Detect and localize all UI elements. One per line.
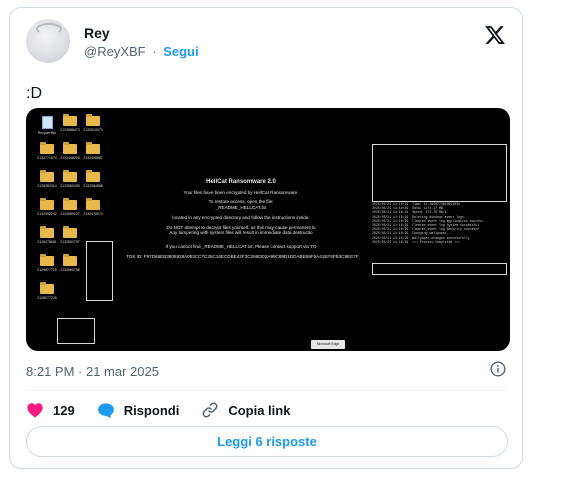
- desktop-icon-label: 2132446225: [60, 156, 80, 160]
- reply-label: Rispondi: [123, 402, 180, 418]
- desktop-folder-icon[interactable]: 2126478661: [36, 226, 58, 244]
- folder-glyph: [63, 114, 77, 126]
- ransom-note-line: If you cannot find _README_HELLCAT.txt, …: [165, 243, 317, 249]
- tweet-card[interactable]: Rey @ReyXBF · Segui :D Recycle Bin 212358…: [9, 7, 523, 469]
- separator: ·: [152, 44, 157, 59]
- folder-glyph: [63, 142, 77, 154]
- ransom-note: HellCat Ransomware 2.0 Your files have b…: [126, 179, 359, 263]
- desktop-icon-label: 2132458887: [83, 156, 103, 160]
- folder-glyph: [86, 170, 100, 182]
- desktop-icon-label: 2132771574: [37, 156, 57, 160]
- copy-link-button[interactable]: Copia link: [201, 401, 290, 419]
- folder-glyph: [40, 170, 54, 182]
- ransom-note-line: _README_HELLCAT.txt: [215, 205, 267, 211]
- desktop-icon-label: 2132552242: [37, 212, 57, 216]
- folder-glyph: [40, 282, 54, 294]
- like-count: 129: [53, 402, 75, 418]
- recycle-bin-icon[interactable]: Recycle Bin: [36, 116, 58, 135]
- bin-glyph: [41, 116, 53, 129]
- desktop-icon-label: 2132560758: [60, 268, 80, 272]
- action-bar: 129 Rispondi Copia link: [26, 400, 312, 420]
- desktop-folder-icon[interactable]: 2132501797: [59, 226, 81, 244]
- console-log: 2025/03/21 11:16:29 Time: 11.19587746109…: [372, 202, 508, 342]
- copy-link-label: Copia link: [228, 402, 291, 418]
- desktop-folder-icon[interactable]: 2129877715: [36, 254, 58, 272]
- desktop-folder-icon[interactable]: 2132519379: [82, 114, 104, 132]
- desktop-icon-label: 2126478661: [37, 240, 57, 244]
- desktop-icon-label: 2129877715: [37, 268, 57, 272]
- folder-glyph: [40, 254, 54, 266]
- desktop-folder-icon[interactable]: 2132560758: [59, 254, 81, 272]
- window-outline: [372, 144, 507, 202]
- x-logo-icon[interactable]: [484, 24, 506, 46]
- folder-glyph: [86, 142, 100, 154]
- folder-glyph: [63, 226, 77, 238]
- divider: [26, 390, 506, 391]
- desktop-folder-icon[interactable]: 2132446225: [59, 142, 81, 160]
- desktop-icon-label: 2132470974: [83, 212, 103, 216]
- reply-bubble-icon: [97, 402, 114, 418]
- ransom-note-line: Any tampering with system files will res…: [169, 230, 313, 236]
- folder-glyph: [63, 170, 77, 182]
- desktop-folder-icon[interactable]: 2128382314: [36, 170, 58, 188]
- folder-glyph: [86, 198, 100, 210]
- read-replies-button[interactable]: Leggi 6 risposte: [26, 426, 508, 457]
- heart-icon: [27, 403, 43, 418]
- desktop-folder-icon[interactable]: 2132559127: [59, 198, 81, 216]
- console-log-line: 2025/03/21 11:16:29 === Process Complete…: [372, 239, 460, 244]
- desktop-folder-icon[interactable]: 2128077225: [36, 282, 58, 300]
- handle-row: @ReyXBF · Segui: [84, 44, 199, 59]
- folder-glyph: [40, 198, 54, 210]
- desktop-icon-label: 2132559127: [60, 212, 80, 216]
- desktop-icon-label: 2132519379: [83, 128, 103, 132]
- desktop-folder-icon[interactable]: 2132552242: [36, 198, 58, 216]
- window-outline: [86, 241, 113, 301]
- avatar[interactable]: [26, 19, 70, 63]
- ransom-note-title: HellCat Ransomware 2.0: [206, 179, 276, 185]
- timestamp[interactable]: 8:21 PM · 21 mar 2025: [26, 364, 159, 379]
- desktop-icon-label: 2132501797: [60, 240, 80, 244]
- desktop-icon-label: 2128077225: [37, 296, 57, 300]
- desktop-folder-icon[interactable]: 2129960439: [59, 170, 81, 188]
- desktop-folder-icon[interactable]: 2123588473: [59, 114, 81, 132]
- info-icon[interactable]: [490, 361, 506, 377]
- taskbar-label: Microsoft Edge: [311, 340, 345, 349]
- like-button[interactable]: 129: [26, 402, 75, 418]
- reply-button[interactable]: Rispondi: [97, 402, 180, 419]
- desktop-icon-label: 2128382314: [37, 184, 57, 188]
- tweet-media-image[interactable]: Recycle Bin 2123588473 2132519379 213277157…: [26, 108, 510, 351]
- user-handle[interactable]: @ReyXBF: [84, 44, 146, 59]
- desktop-folder-icon[interactable]: 2132458887: [82, 142, 104, 160]
- window-outline: [57, 318, 95, 344]
- folder-glyph: [63, 198, 77, 210]
- link-icon: [202, 402, 218, 418]
- desktop-icon-label: 2132384888: [83, 184, 103, 188]
- ransom-note-line: located in any encrypted directory and f…: [172, 214, 310, 220]
- desktop-icon-label: Recycle Bin: [37, 131, 57, 135]
- desktop-icon-label: 2123588473: [60, 128, 80, 132]
- folder-glyph: [40, 226, 54, 238]
- desktop-icon-label: 2129960439: [60, 184, 80, 188]
- folder-glyph: [40, 142, 54, 154]
- folder-glyph: [86, 114, 100, 126]
- folder-glyph: [63, 254, 77, 266]
- desktop-folder-icon[interactable]: 2132771574: [36, 142, 58, 160]
- ransom-note-line: Your files have been encrypted by HellCa…: [183, 189, 299, 195]
- desktop-folder-icon[interactable]: 2132384888: [82, 170, 104, 188]
- display-name[interactable]: Rey: [84, 25, 110, 41]
- desktop-folder-icon[interactable]: 2132470974: [82, 198, 104, 216]
- tweet-text: :D: [26, 85, 42, 102]
- tox-id: TOX ID: F97D66EB3905928A053CC7C25C16ECDB…: [126, 253, 359, 259]
- follow-button[interactable]: Segui: [163, 44, 198, 59]
